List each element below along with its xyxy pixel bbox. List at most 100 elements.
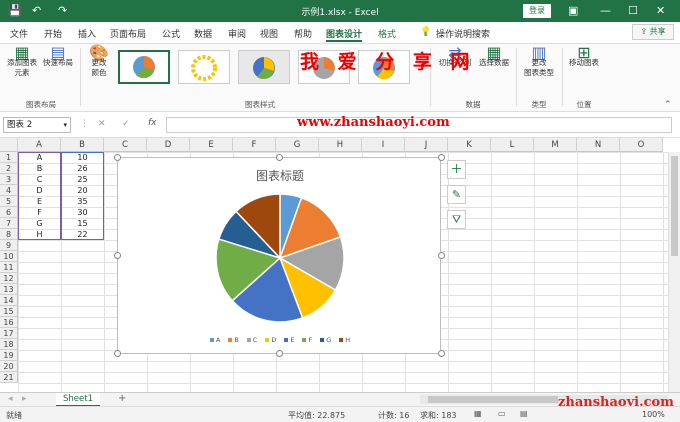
name-box[interactable]: 图表 2 ▾ — [3, 117, 71, 133]
collapse-ribbon-icon[interactable]: ⌃ — [664, 100, 672, 110]
column-header-m[interactable]: M — [534, 138, 577, 152]
legend-item-f[interactable]: F — [302, 336, 312, 344]
column-header-j[interactable]: J — [405, 138, 448, 152]
column-header-a[interactable]: A — [18, 138, 61, 152]
row-header-4[interactable]: 4 — [0, 185, 18, 196]
row-header-1[interactable]: 1 — [0, 152, 18, 163]
tab-data[interactable]: 数据 — [194, 27, 212, 40]
chart-legend[interactable]: A B C D E F G H — [118, 336, 442, 344]
row-header-9[interactable]: 9 — [0, 240, 18, 251]
column-header-g[interactable]: G — [276, 138, 319, 152]
row-header-21[interactable]: 21 — [0, 372, 18, 383]
enter-icon[interactable]: ✓ — [122, 119, 130, 129]
column-header-b[interactable]: B — [61, 138, 104, 152]
column-header-e[interactable]: E — [190, 138, 233, 152]
row-header-7[interactable]: 7 — [0, 218, 18, 229]
legend-item-d[interactable]: D — [265, 336, 276, 344]
column-header-o[interactable]: O — [620, 138, 663, 152]
minimize-button[interactable]: — — [600, 4, 611, 17]
column-header-d[interactable]: D — [147, 138, 190, 152]
tab-chart-design[interactable]: 图表设计 — [326, 27, 363, 42]
row-header-19[interactable]: 19 — [0, 350, 18, 361]
quick-layout-button[interactable]: ▤ 快速布局 — [40, 45, 76, 68]
add-chart-element-button[interactable]: ▦ 添加图表 元素 — [4, 45, 40, 78]
zoom-level[interactable]: 100% — [642, 410, 665, 419]
row-header-3[interactable]: 3 — [0, 174, 18, 185]
tab-home[interactable]: 开始 — [44, 27, 62, 40]
legend-item-a[interactable]: A — [209, 336, 220, 344]
resize-handle[interactable] — [438, 252, 445, 259]
legend-item-e[interactable]: E — [284, 336, 294, 344]
resize-handle[interactable] — [438, 154, 445, 161]
legend-item-h[interactable]: H — [339, 336, 350, 344]
column-header-i[interactable]: I — [362, 138, 405, 152]
horizontal-scroll-thumb[interactable] — [428, 396, 558, 403]
row-header-15[interactable]: 15 — [0, 306, 18, 317]
change-chart-type-button[interactable]: ▥ 更改 图表类型 — [520, 45, 558, 78]
normal-view-icon[interactable]: ▦ — [474, 409, 482, 418]
row-header-17[interactable]: 17 — [0, 328, 18, 339]
resize-handle[interactable] — [114, 154, 121, 161]
prev-sheet-icon[interactable]: ◂ — [8, 394, 13, 404]
change-colors-button[interactable]: 🎨 更改 颜色 — [84, 45, 114, 78]
chart-style-2[interactable] — [178, 50, 230, 84]
resize-handle[interactable] — [438, 350, 445, 357]
tab-formulas[interactable]: 公式 — [162, 27, 180, 40]
row-header-16[interactable]: 16 — [0, 317, 18, 328]
row-header-11[interactable]: 11 — [0, 262, 18, 273]
vertical-scrollbar[interactable] — [668, 152, 680, 392]
tell-me-search[interactable]: 操作说明搜索 — [436, 27, 490, 40]
resize-handle[interactable] — [114, 252, 121, 259]
row-header-12[interactable]: 12 — [0, 273, 18, 284]
tab-view[interactable]: 视图 — [260, 27, 278, 40]
resize-handle[interactable] — [276, 350, 283, 357]
legend-item-g[interactable]: G — [320, 336, 331, 344]
chart-filters-funnel-icon[interactable]: ⛛ — [447, 210, 466, 229]
page-break-view-icon[interactable]: ▤ — [520, 409, 528, 418]
select-all-corner[interactable] — [0, 138, 18, 152]
row-header-13[interactable]: 13 — [0, 284, 18, 295]
row-header-2[interactable]: 2 — [0, 163, 18, 174]
chart-elements-plus-icon[interactable]: ＋ — [447, 160, 466, 179]
column-header-n[interactable]: N — [577, 138, 620, 152]
sheet-tab-sheet1[interactable]: Sheet1 — [56, 393, 100, 407]
tab-help[interactable]: 帮助 — [294, 27, 312, 40]
ribbon-display-icon[interactable]: ▣ — [568, 4, 578, 17]
share-button[interactable]: ⇪ 共享 — [632, 24, 674, 40]
move-chart-button[interactable]: ⊞ 移动图表 — [566, 45, 602, 68]
column-header-l[interactable]: L — [491, 138, 534, 152]
row-header-20[interactable]: 20 — [0, 361, 18, 372]
row-header-18[interactable]: 18 — [0, 339, 18, 350]
select-data-button[interactable]: ▦ 选择数据 — [476, 45, 512, 68]
row-header-10[interactable]: 10 — [0, 251, 18, 262]
row-header-6[interactable]: 6 — [0, 207, 18, 218]
column-header-k[interactable]: K — [448, 138, 491, 152]
chart-style-1[interactable] — [118, 50, 170, 84]
vertical-scroll-thumb[interactable] — [671, 156, 678, 256]
legend-item-c[interactable]: C — [246, 336, 257, 344]
legend-item-b[interactable]: B — [228, 336, 239, 344]
row-header-8[interactable]: 8 — [0, 229, 18, 240]
resize-handle[interactable] — [114, 350, 121, 357]
restore-button[interactable]: ☐ — [628, 4, 638, 17]
tab-insert[interactable]: 插入 — [78, 27, 96, 40]
row-header-5[interactable]: 5 — [0, 196, 18, 207]
chart-style-3[interactable] — [238, 50, 290, 84]
column-header-c[interactable]: C — [104, 138, 147, 152]
row-header-14[interactable]: 14 — [0, 295, 18, 306]
close-button[interactable]: ✕ — [656, 4, 665, 17]
tab-review[interactable]: 审阅 — [228, 27, 246, 40]
pie-chart[interactable]: 图表标题 ABCDEFGH — [117, 157, 441, 354]
tab-page-layout[interactable]: 页面布局 — [110, 27, 146, 40]
add-sheet-button[interactable]: + — [118, 393, 126, 404]
insert-function-icon[interactable]: fx — [148, 118, 157, 128]
resize-handle[interactable] — [276, 154, 283, 161]
column-header-f[interactable]: F — [233, 138, 276, 152]
next-sheet-icon[interactable]: ▸ — [22, 394, 27, 404]
column-header-h[interactable]: H — [319, 138, 362, 152]
tab-file[interactable]: 文件 — [10, 27, 28, 40]
tab-format[interactable]: 格式 — [378, 27, 396, 40]
login-button[interactable]: 登录 — [523, 4, 551, 18]
cancel-icon[interactable]: ✕ — [98, 119, 106, 129]
chart-styles-brush-icon[interactable]: ✎ — [447, 185, 466, 204]
